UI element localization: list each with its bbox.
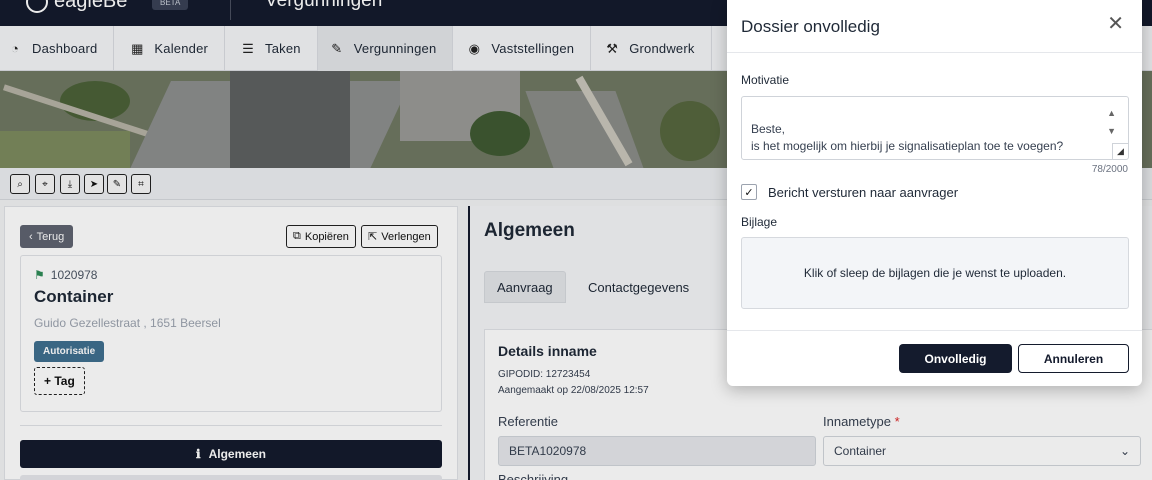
- attachment-dropzone[interactable]: Klik of sleep de bijlagen die je wenst t…: [741, 237, 1129, 309]
- notify-checkbox[interactable]: ✓: [741, 184, 757, 200]
- close-icon[interactable]: ✕: [1107, 14, 1124, 34]
- incomplete-button[interactable]: Onvolledig: [899, 344, 1012, 373]
- bijlage-label: Bijlage: [741, 215, 778, 229]
- scroll-up-icon[interactable]: ▲: [1107, 105, 1116, 123]
- checkmark-icon: ✓: [744, 186, 754, 199]
- notify-checkbox-label: Bericht versturen naar aanvrager: [768, 184, 959, 200]
- char-counter: 78/2000: [1091, 164, 1128, 175]
- motivatie-text: Beste, is het mogelijk om hierbij je sig…: [751, 121, 1064, 160]
- scroll-down-icon[interactable]: ▼: [1107, 123, 1116, 141]
- incomplete-dossier-modal: Dossier onvolledig ✕ Motivatie Beste, is…: [727, 0, 1142, 386]
- modal-header: Dossier onvolledig ✕: [727, 0, 1142, 53]
- modal-footer-divider: [727, 330, 1142, 331]
- dropzone-text: Klik of sleep de bijlagen die je wenst t…: [803, 266, 1067, 280]
- resize-handle-icon[interactable]: ◢: [1112, 143, 1128, 159]
- cancel-button[interactable]: Annuleren: [1018, 344, 1129, 373]
- motivatie-textarea[interactable]: Beste, is het mogelijk om hierbij je sig…: [741, 96, 1129, 160]
- modal-title: Dossier onvolledig: [741, 17, 880, 36]
- motivatie-label: Motivatie: [741, 73, 790, 87]
- notify-checkbox-row[interactable]: ✓ Bericht versturen naar aanvrager: [741, 184, 958, 200]
